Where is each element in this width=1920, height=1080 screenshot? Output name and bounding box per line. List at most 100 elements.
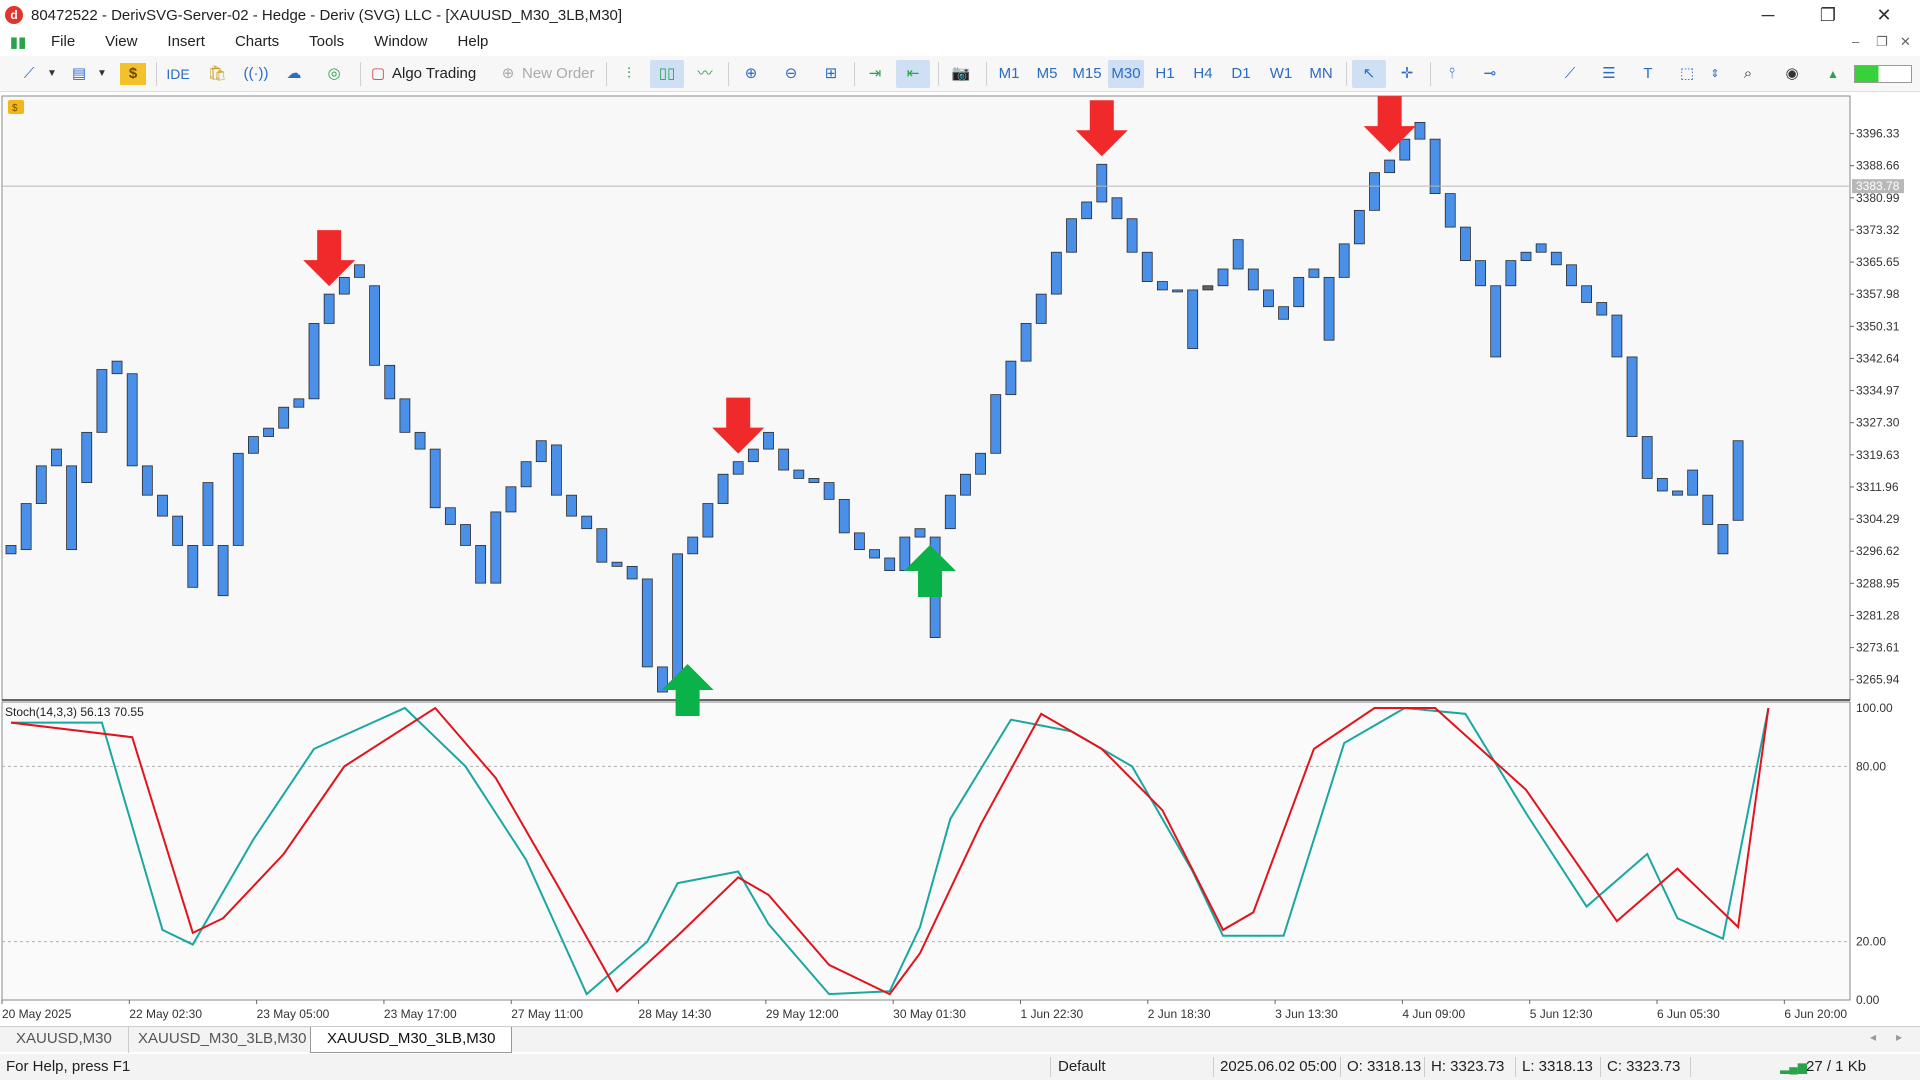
bar-chart-icon[interactable]: ⫶ (614, 60, 644, 88)
status-high: H: 3323.73 (1431, 1058, 1505, 1075)
tile-windows-icon[interactable]: ⊞ (816, 60, 846, 88)
chart-area[interactable]: $ 3396.33 3388.66 3380.99 3373.32 3365.65 335… (0, 94, 1920, 1024)
bull-brick (51, 448, 62, 467)
cloud-icon[interactable]: ☁ (280, 60, 308, 88)
status-help: For Help, press F1 (6, 1058, 131, 1075)
bull-brick (808, 478, 820, 484)
menu-help[interactable]: Help (443, 30, 504, 54)
shapes-icon[interactable]: ⬚ (1672, 60, 1702, 88)
bull-brick (20, 503, 32, 551)
timeframe-h4[interactable]: H4 (1186, 60, 1220, 88)
bull-brick (732, 461, 744, 475)
algo-trading-button[interactable]: Algo Trading (392, 60, 492, 88)
bull-brick (793, 469, 805, 479)
zoom-out-icon[interactable]: ⊖ (776, 60, 806, 88)
screenshot-icon[interactable]: 📷 (944, 60, 978, 88)
bull-brick (1232, 239, 1244, 270)
timeframe-d1[interactable]: D1 (1224, 60, 1258, 88)
status-profile[interactable]: Default (1052, 1054, 1106, 1080)
zoom-in-icon[interactable]: ⊕ (736, 60, 766, 88)
bull-brick (778, 448, 790, 471)
autoscroll-icon[interactable]: ⇥ (860, 60, 890, 88)
line-chart-type-icon[interactable]: 〰 (690, 60, 720, 88)
timeframe-m15[interactable]: M15 (1068, 60, 1106, 88)
menu-charts[interactable]: Charts (220, 30, 294, 54)
cursor-icon[interactable]: ↖ (1352, 60, 1386, 88)
bull-brick (369, 285, 381, 366)
menu-tools[interactable]: Tools (294, 30, 359, 54)
chart-shift-icon[interactable]: ⇤ (896, 60, 930, 88)
mdi-restore-button[interactable]: ❐ (1876, 30, 1888, 54)
menu-view[interactable]: View (90, 30, 152, 54)
ide-button[interactable]: IDE (162, 60, 194, 88)
dollar-icon[interactable]: $ (120, 63, 146, 85)
timeframe-h1[interactable]: H1 (1148, 60, 1182, 88)
timeframe-mn[interactable]: MN (1302, 60, 1340, 88)
bull-brick (5, 545, 17, 555)
time-tick-label: 23 May 17:00 (384, 1007, 457, 1021)
indicators-icon[interactable]: ▤ (64, 60, 94, 88)
status-datetime: 2025.06.02 05:00 (1220, 1058, 1337, 1075)
bull-brick (187, 545, 199, 588)
bull-brick (1081, 201, 1093, 220)
maximize-button[interactable]: ❐ (1800, 0, 1856, 30)
line-chart-icon[interactable]: ⟋ (14, 60, 44, 88)
chevron-down-icon[interactable]: ▼ (44, 60, 60, 88)
market-icon[interactable]: 🛍 (204, 60, 230, 88)
bull-brick (1581, 285, 1592, 303)
stochastic-pane (1, 701, 1851, 1001)
bull-brick (1672, 490, 1683, 496)
algo-trading-status-icon[interactable]: ▢ (368, 60, 388, 88)
mdi-close-button[interactable]: ✕ (1900, 30, 1911, 54)
candlestick-chart-icon[interactable]: ▯▯ (650, 60, 684, 88)
price-tick-label: 3388.66 (1856, 159, 1900, 173)
bull-brick (1020, 323, 1032, 362)
trendline-icon[interactable]: ⟋ (1556, 60, 1584, 88)
new-order-button[interactable]: New Order (522, 60, 602, 88)
close-button[interactable]: ✕ (1856, 0, 1912, 30)
timeframe-m30[interactable]: M30 (1108, 60, 1144, 88)
price-tick-label: 3350.31 (1856, 319, 1900, 333)
account-icon[interactable]: ◉ (1778, 60, 1806, 88)
bull-brick (520, 461, 532, 488)
timeframe-w1[interactable]: W1 (1264, 60, 1298, 88)
channel-icon[interactable]: ☰ (1594, 60, 1624, 88)
market-watch-icon[interactable]: ▮▮ (0, 33, 36, 51)
expert-icon-glyph: $ (12, 103, 18, 114)
chevron-down-icon[interactable]: ▼ (94, 60, 110, 88)
tab-xauusd-3lb-1[interactable]: XAUUSD_M30_3LB,M30 (122, 1027, 324, 1053)
bull-brick (672, 553, 683, 685)
tab-xauusd-m30[interactable]: XAUUSD,M30 (0, 1027, 129, 1053)
vertical-line-icon[interactable]: ⫯ (1438, 60, 1466, 88)
minimize-button[interactable]: ─ (1740, 0, 1796, 30)
menu-window[interactable]: Window (359, 30, 442, 54)
tab-xauusd-3lb-2[interactable]: XAUUSD_M30_3LB,M30 (310, 1027, 513, 1053)
text-tool-icon[interactable]: T (1634, 60, 1662, 88)
status-open: O: 3318.13 (1347, 1058, 1422, 1075)
tab-scroll-left-icon[interactable]: ◂ (1870, 1030, 1876, 1044)
bull-brick (1550, 251, 1562, 266)
chart-canvas[interactable]: $ 3396.333388.663380.993373.323365.65335… (0, 94, 1920, 1024)
timeframe-m1[interactable]: M1 (992, 60, 1026, 88)
signals-icon[interactable]: ((·)) (242, 60, 270, 88)
tab-scroll-right-icon[interactable]: ▸ (1896, 1030, 1902, 1044)
bull-brick (323, 293, 335, 324)
menu-insert[interactable]: Insert (152, 30, 220, 54)
timeframe-m5[interactable]: M5 (1030, 60, 1064, 88)
signal-level-icon: ▲ (1827, 67, 1839, 81)
time-tick-label: 3 Jun 13:30 (1275, 1007, 1338, 1021)
search-icon[interactable]: ⌕ (1734, 60, 1762, 88)
bull-brick (1035, 293, 1047, 324)
bull-brick (641, 578, 653, 668)
vps-icon[interactable]: ◎ (320, 60, 348, 88)
menu-file[interactable]: File (36, 30, 90, 54)
new-order-icon: ⊕ (501, 65, 515, 82)
bull-brick (399, 398, 411, 433)
mdi-minimize-button[interactable]: – (1852, 30, 1859, 54)
bull-brick (111, 360, 123, 375)
horizontal-line-icon[interactable]: ⊸ (1476, 60, 1504, 88)
bull-brick (1687, 469, 1699, 496)
bull-brick (1126, 218, 1138, 253)
more-tools-icon[interactable]: ⇕ (1706, 60, 1724, 88)
crosshair-icon[interactable]: ✛ (1392, 60, 1422, 88)
